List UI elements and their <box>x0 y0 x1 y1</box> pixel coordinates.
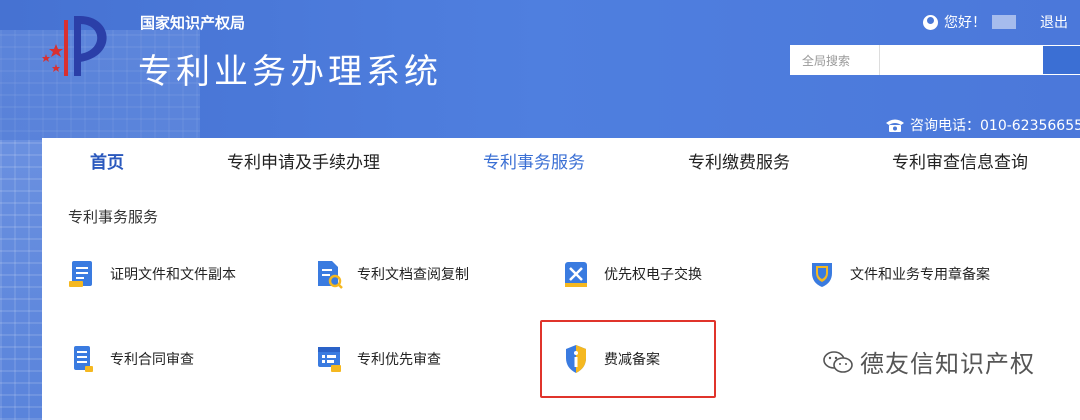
service-label: 专利文档查阅复制 <box>357 267 469 283</box>
contract-document-icon <box>74 346 93 372</box>
section-title: 专利事务服务 <box>68 208 159 226</box>
service-label: 优先权电子交换 <box>604 267 702 283</box>
hotline-text: 咨询电话：010-62356655 <box>910 118 1080 134</box>
nav-home[interactable]: 首页 <box>90 148 124 173</box>
user-icon <box>923 14 938 30</box>
phone-icon <box>886 119 904 132</box>
user-bar: 您好！ 退出 <box>923 12 1068 32</box>
nav-patent-examination-query[interactable]: 专利审查信息查询 <box>892 148 1028 173</box>
exchange-icon <box>565 262 587 287</box>
username-redacted <box>992 15 1016 29</box>
service-label: 专利优先审查 <box>357 352 441 368</box>
system-title: 专利业务办理系统 <box>138 52 442 92</box>
search-button[interactable] <box>1042 45 1080 75</box>
watermark: 德友信知识产权 <box>822 344 1035 379</box>
nav-patent-fees[interactable]: 专利缴费服务 <box>688 148 790 173</box>
logout-link[interactable]: 退出 <box>1040 12 1068 32</box>
priority-review-icon <box>318 347 341 372</box>
nav-patent-affairs[interactable]: 专利事务服务 <box>483 148 585 173</box>
greeting-text: 您好！ <box>944 15 986 31</box>
building-background-side <box>0 140 42 420</box>
service-document-review-copy[interactable]: 专利文档查阅复制 <box>315 259 469 289</box>
search-label: 全局搜索 <box>790 45 880 75</box>
service-seal-registration[interactable]: 文件和业务专用章备案 <box>808 259 990 289</box>
certificate-document-icon <box>69 261 92 287</box>
watermark-text: 德友信知识产权 <box>860 350 1035 378</box>
service-label: 证明文件和文件副本 <box>110 267 236 283</box>
service-contract-review[interactable]: 专利合同审查 <box>68 344 194 374</box>
shield-seal-icon <box>812 263 832 287</box>
nav-patent-application[interactable]: 专利申请及手续办理 <box>227 148 380 173</box>
search-input[interactable] <box>880 45 1042 75</box>
service-priority-exchange[interactable]: 优先权电子交换 <box>562 259 702 289</box>
highlight-box <box>540 320 716 398</box>
main-panel: 首页 专利申请及手续办理 专利事务服务 专利缴费服务 专利审查信息查询 专利事务… <box>42 138 1080 420</box>
service-label: 文件和业务专用章备案 <box>850 267 990 283</box>
service-priority-review[interactable]: 专利优先审查 <box>315 344 441 374</box>
service-certificate-documents[interactable]: 证明文件和文件副本 <box>68 259 236 289</box>
cnipa-logo-icon[interactable] <box>18 10 128 80</box>
service-label: 专利合同审查 <box>110 352 194 368</box>
hotline: 咨询电话：010-62356655 <box>884 115 1080 135</box>
org-name: 国家知识产权局 <box>140 14 246 32</box>
main-nav: 首页 专利申请及手续办理 专利事务服务 专利缴费服务 专利审查信息查询 <box>42 138 1080 178</box>
global-search: 全局搜索 <box>790 45 1080 75</box>
header: 国家知识产权局 专利业务办理系统 您好！ 退出 全局搜索 咨询电话：010-62… <box>0 0 1080 140</box>
wechat-icon <box>823 350 853 373</box>
document-search-icon <box>318 261 343 289</box>
